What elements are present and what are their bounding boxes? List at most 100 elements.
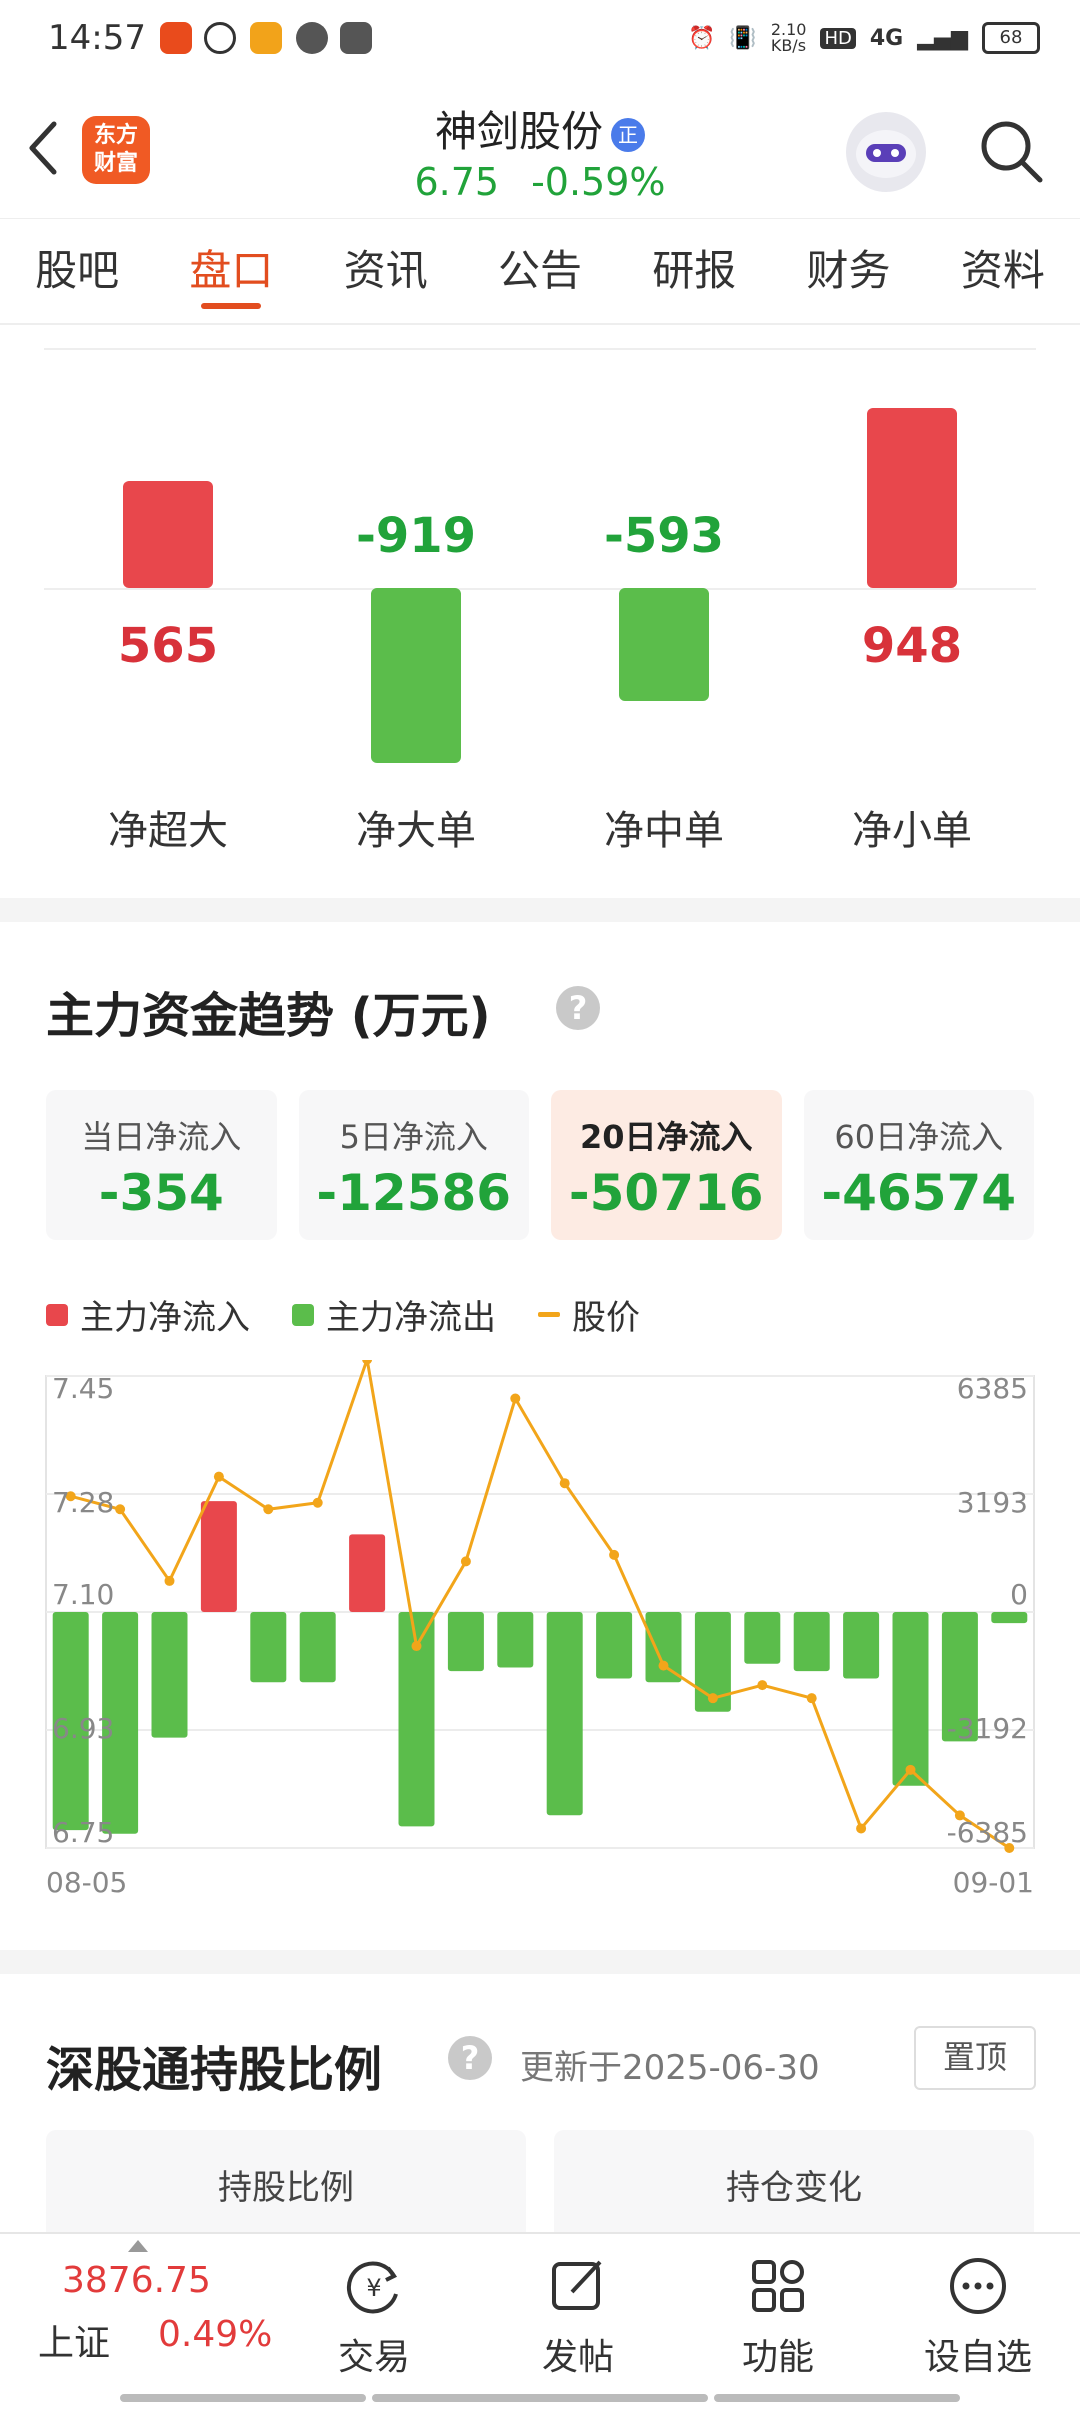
outflow-bar [793,1612,830,1672]
card-label: 20日净流入 [579,1118,753,1156]
legend-swatch-outflow [292,1303,314,1326]
price-point [658,1660,669,1671]
section-gap [0,1950,1080,1974]
caret-up-icon [128,2240,148,2252]
nav-handle [372,2394,708,2402]
hd-icon: HD [820,27,856,49]
trade-icon: ¥ [346,2261,398,2314]
left-axis-label: 7.28 [52,1486,114,1519]
right-axis-label: 3193 [957,1486,1028,1519]
tab-news[interactable]: 资讯 [309,219,463,323]
right-axis-label: 0 [1010,1578,1028,1611]
robot-avatar[interactable] [846,112,926,192]
outflow-bar [843,1612,880,1679]
post-label: 发帖 [541,2337,614,2378]
svg-text:¥: ¥ [366,2274,381,2302]
outflow-bar [497,1612,534,1668]
card-label: 5日净流入 [339,1118,488,1156]
outflow-bar [892,1612,929,1786]
index-value[interactable]: 3876.75 [62,2260,211,2301]
net-flow-bar [619,588,709,701]
tab-pankou[interactable]: 盘口 [154,219,308,323]
net-flow-label: 净大单 [356,808,476,854]
tab-guba[interactable]: 股吧 [0,219,154,323]
price-point [510,1393,521,1404]
outflow-bar [991,1612,1028,1624]
outflow-bar [596,1612,633,1679]
more-icon [950,2258,1006,2314]
price-point [757,1680,768,1691]
tab-announcements[interactable]: 公告 [463,219,617,323]
card-5d[interactable]: 5日净流入 -12586 [298,1090,529,1240]
pin-button[interactable]: 置顶 [914,2026,1036,2090]
tab-research[interactable]: 研报 [617,219,771,323]
net-flow-label: 净中单 [604,808,724,854]
price-point [263,1504,274,1515]
post-icon [552,2260,602,2310]
weibo-icon [204,22,236,54]
outflow-bar [299,1612,336,1683]
trade-button[interactable]: ¥ 交易 [304,2254,444,2380]
hk-connect-title: 深股通持股比例 [46,2042,383,2098]
legend-label: 股价 [572,1298,640,1338]
trade-label: 交易 [337,2337,410,2378]
browser-icon [296,22,328,54]
signal-icon: ▂▄▆ [917,25,968,51]
flow-period-cards: 当日净流入 -354 5日净流入 -12586 20日净流入 -50716 60日净流… [46,1090,1034,1240]
card-60d[interactable]: 60日净流入 -46574 [803,1090,1034,1240]
nav-handle [120,2394,366,2402]
net-flow-label: 净小单 [852,808,972,854]
right-axis-label: -6385 [947,1816,1028,1849]
search-icon[interactable] [976,116,1046,186]
net-flow-bar [123,480,213,588]
legend-swatch-inflow [46,1303,68,1326]
help-icon[interactable]: ? [556,986,600,1030]
card-20d[interactable]: 20日净流入 -50716 [551,1090,782,1240]
card-today[interactable]: 当日净流入 -354 [46,1090,277,1240]
status-bar: 14:57 ⏰ 📳 2.10 KB/s HD 4G ▂▄▆ 68 [0,0,1080,80]
update-date: 更新于2025-06-30 [520,2048,820,2088]
net-flow-value: -593 [603,508,725,564]
legend-outflow: 主力净流出 [292,1290,496,1339]
card-label: 60日净流入 [834,1118,1004,1156]
price-point [905,1764,916,1775]
outflow-bar [546,1612,583,1816]
help-icon[interactable]: ? [448,2036,492,2080]
outflow-bar [447,1612,484,1672]
tab-profile[interactable]: 资料 [926,219,1080,323]
price-point [362,1360,373,1365]
net-flow-value: 948 [861,618,963,674]
outflow-bar [250,1612,287,1683]
function-button[interactable]: 功能 [708,2254,848,2380]
card-value: -12586 [316,1164,512,1222]
add-watchlist-label: 设自选 [923,2337,1032,2378]
x-axis-start-label: 08-05 [46,1866,127,1899]
inflow-bar [349,1534,386,1612]
price-point [856,1823,867,1834]
fund-trend-chart: 7.45 7.28 7.10 6.93 6.75 6385 3193 0 -3192 -6385 0… [45,1360,1035,1899]
battery: 68 [982,22,1040,54]
tab-finance[interactable]: 财务 [771,219,925,323]
price-point [411,1641,422,1652]
nav-handle [714,2394,960,2402]
alarm-icon: ⏰ [688,25,716,51]
card-value: -46574 [821,1164,1017,1222]
index-name[interactable]: 上证 [38,2314,110,2366]
app-notification-icon [160,22,192,54]
vibrate-icon: 📳 [729,25,757,51]
x-axis-end-label: 09-01 [953,1866,1034,1899]
status-right: ⏰ 📳 2.10 KB/s HD 4G ▂▄▆ 68 [688,22,1040,54]
net-flow-value: 565 [117,618,219,674]
legend-label: 主力净流出 [326,1298,496,1338]
bottom-bar: 3876.75 上证 0.49% ¥ 交易 发帖 功能 设自选 [0,2232,1080,2410]
card-value: -354 [98,1164,224,1222]
index-change[interactable]: 0.49% [158,2314,272,2355]
outflow-bar [744,1612,781,1664]
stock-change: -0.59% [531,160,666,204]
post-button[interactable]: 发帖 [508,2254,648,2380]
legend-swatch-price [538,1312,560,1317]
add-watchlist-button[interactable]: 设自选 [908,2254,1048,2380]
price-point [707,1693,718,1704]
net-speed: 2.10 KB/s [770,20,807,55]
status-time: 14:57 [48,18,146,58]
